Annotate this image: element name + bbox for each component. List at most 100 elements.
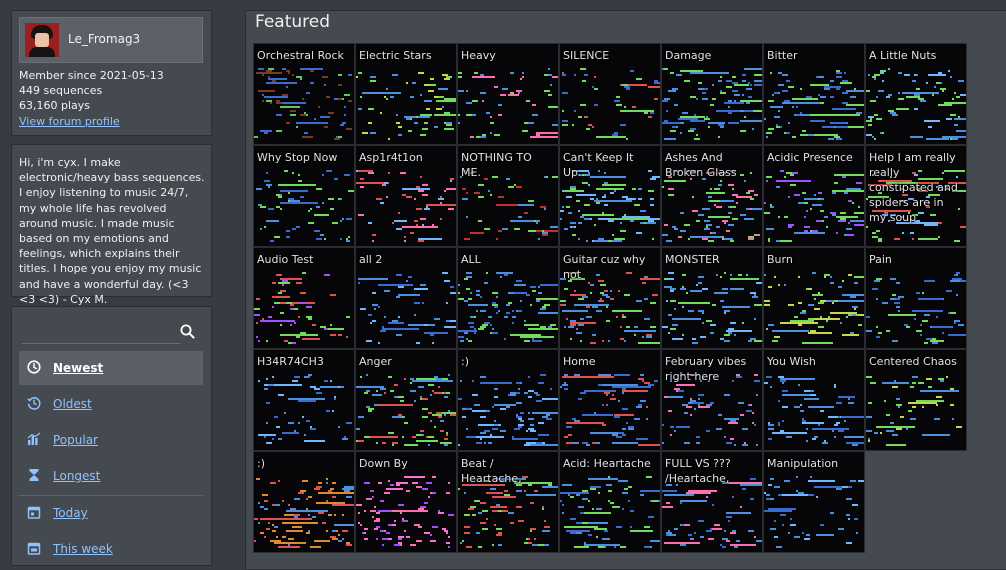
sort-today-label: Today	[53, 506, 88, 520]
sequence-tile[interactable]: :)	[457, 349, 559, 451]
search-button[interactable]	[176, 319, 198, 343]
note-mark	[382, 538, 388, 540]
note-mark	[914, 74, 916, 76]
sequence-tile[interactable]: Manipulation	[763, 451, 865, 553]
note-mark	[640, 374, 644, 376]
sequence-tile[interactable]: February vibes right here	[661, 349, 763, 451]
note-mark	[732, 496, 734, 498]
note-mark	[840, 416, 864, 418]
note-mark	[306, 316, 312, 318]
note-mark	[902, 232, 904, 234]
note-mark	[436, 378, 442, 380]
sequence-tile[interactable]: ALL	[457, 247, 559, 349]
sequence-tile[interactable]: A Little Nuts	[865, 43, 967, 145]
note-mark	[402, 436, 404, 438]
note-mark	[414, 122, 418, 124]
sort-longest[interactable]: Longest	[19, 459, 203, 493]
note-mark	[782, 390, 788, 392]
note-mark	[668, 272, 674, 274]
note-mark	[522, 76, 524, 78]
note-mark	[404, 422, 408, 424]
sequence-tile[interactable]: Ashes And Broken Glass	[661, 145, 763, 247]
note-mark	[750, 498, 754, 500]
sequence-tile[interactable]: FULL VS ??? /Heartache,	[661, 451, 763, 553]
sequence-tile[interactable]: H34R74CH3	[253, 349, 355, 451]
note-mark	[932, 342, 938, 344]
note-mark	[852, 306, 858, 308]
note-mark	[530, 530, 532, 532]
sequence-tile[interactable]: Help I am really really constipated and …	[865, 145, 967, 247]
sequence-tile[interactable]: Guitar cuz why not	[559, 247, 661, 349]
sequence-tile[interactable]: Damage	[661, 43, 763, 145]
note-mark	[544, 230, 558, 232]
note-mark	[856, 182, 862, 184]
note-mark	[766, 498, 770, 500]
note-mark	[702, 322, 704, 324]
note-mark	[882, 302, 888, 304]
sequence-tile[interactable]: Acid: Heartache	[559, 451, 661, 553]
sequence-tile[interactable]: NOTHING TO ME.	[457, 145, 559, 247]
search-input[interactable]	[22, 319, 180, 344]
sort-newest[interactable]: Newest	[19, 351, 203, 385]
avatar[interactable]	[25, 23, 59, 57]
note-mark	[320, 326, 326, 328]
note-mark	[684, 524, 690, 526]
sequence-tile[interactable]: MONSTER	[661, 247, 763, 349]
note-mark	[866, 134, 872, 136]
note-mark	[662, 68, 664, 70]
sort-today[interactable]: Today	[19, 496, 203, 530]
sort-oldest[interactable]: Oldest	[19, 387, 203, 421]
note-mark	[834, 126, 836, 128]
note-mark	[752, 296, 758, 298]
sequence-title: MONSTER	[665, 253, 720, 266]
sequence-tile[interactable]: Can't Keep It Up..	[559, 145, 661, 247]
sequence-tile[interactable]: Centered Chaos	[865, 349, 967, 451]
note-mark	[830, 80, 834, 82]
sequence-tile[interactable]: Down By	[355, 451, 457, 553]
note-mark	[528, 418, 534, 420]
note-mark	[616, 436, 622, 438]
note-mark	[520, 336, 554, 338]
note-mark	[628, 326, 630, 328]
note-mark	[580, 216, 584, 218]
user-card[interactable]: Le_Fromag3	[19, 17, 203, 63]
note-mark	[612, 394, 614, 396]
note-mark	[578, 222, 582, 224]
note-mark	[374, 404, 378, 406]
note-mark	[868, 116, 874, 118]
sequence-tile[interactable]: Pain	[865, 247, 967, 349]
sequence-tile[interactable]: Audio Test	[253, 247, 355, 349]
sort-popular[interactable]: Popular	[19, 423, 203, 457]
sequence-tile[interactable]: Bitter	[763, 43, 865, 145]
sequence-tile[interactable]: Burn	[763, 247, 865, 349]
sequence-tile[interactable]: Heavy	[457, 43, 559, 145]
note-mark	[724, 312, 726, 314]
note-mark	[346, 218, 352, 220]
sequence-tile[interactable]: :)	[253, 451, 355, 553]
sequence-tile[interactable]: SILENCE	[559, 43, 661, 145]
note-mark	[800, 134, 838, 136]
note-mark	[406, 280, 408, 282]
sort-this-week[interactable]: This week	[19, 532, 203, 566]
sequence-tile[interactable]: Electric Stars	[355, 43, 457, 145]
sequence-tile[interactable]: Asp1r4t1on	[355, 145, 457, 247]
sequence-tile[interactable]: You Wish	[763, 349, 865, 451]
note-mark	[386, 88, 388, 90]
sequence-title: all 2	[359, 253, 383, 266]
note-mark	[304, 112, 306, 114]
note-mark	[540, 326, 546, 328]
note-mark	[776, 124, 778, 126]
sequence-tile[interactable]: Orchestral Rock	[253, 43, 355, 145]
note-mark	[662, 122, 683, 124]
note-mark	[306, 508, 308, 510]
sequence-tile[interactable]: Home	[559, 349, 661, 451]
sequence-tile[interactable]: Acidic Presence	[763, 145, 865, 247]
note-mark	[298, 492, 304, 494]
note-mark	[476, 442, 482, 444]
forum-profile-link[interactable]: View forum profile	[19, 115, 120, 128]
sequence-tile[interactable]: Beat / Heartache,	[457, 451, 559, 553]
sequence-tile[interactable]: Why Stop Now	[253, 145, 355, 247]
sequence-tile[interactable]: all 2	[355, 247, 457, 349]
sequence-tile[interactable]: Anger	[355, 349, 457, 451]
username[interactable]: Le_Fromag3	[68, 32, 140, 46]
